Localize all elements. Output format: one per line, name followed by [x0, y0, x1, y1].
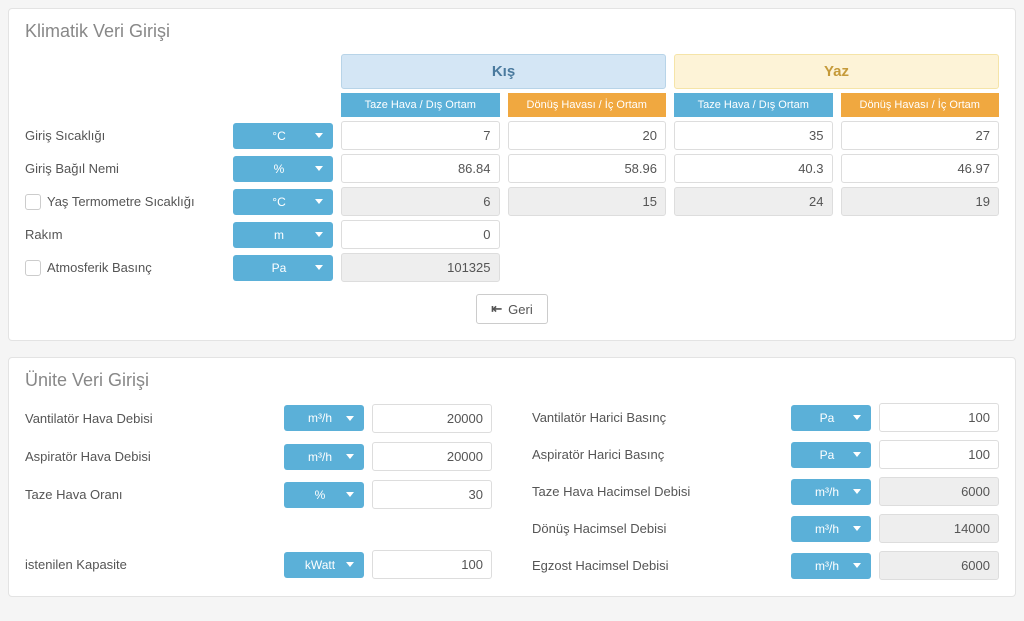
asp-ext-p-unit[interactable]: Pa [791, 442, 871, 468]
rel-humidity-summer-fresh[interactable] [674, 154, 833, 183]
rel-humidity-winter-fresh[interactable] [341, 154, 500, 183]
pressure-unit[interactable]: Pa [233, 255, 333, 281]
asp-ext-p-input[interactable] [879, 440, 999, 469]
altitude-input[interactable] [341, 220, 500, 249]
inlet-temp-label: Giriş Sıcaklığı [25, 128, 225, 143]
return-vol-unit[interactable]: m³/h [791, 516, 871, 542]
exhaust-vol-input[interactable] [879, 551, 999, 580]
fresh-ratio-label: Taze Hava Oranı [25, 487, 276, 502]
asp-flow-label: Aspiratör Hava Debisi [25, 449, 276, 464]
subheader-summer-return: Dönüş Havası / İç Ortam [841, 93, 1000, 117]
capacity-label: istenilen Kapasite [25, 557, 276, 572]
subheader-winter-fresh: Taze Hava / Dış Ortam [341, 93, 500, 117]
chevron-down-icon [315, 166, 323, 171]
fresh-ratio-unit[interactable]: % [284, 482, 364, 508]
chevron-down-icon [315, 232, 323, 237]
fresh-vol-unit[interactable]: m³/h [791, 479, 871, 505]
chevron-down-icon [315, 199, 323, 204]
climate-panel: Klimatik Veri Girişi Kış Yaz Taze Hava /… [8, 8, 1016, 341]
unit-title: Ünite Veri Girişi [25, 370, 999, 391]
chevron-down-icon [853, 415, 861, 420]
return-vol-input[interactable] [879, 514, 999, 543]
chevron-down-icon [853, 452, 861, 457]
fresh-ratio-input[interactable] [372, 480, 492, 509]
fan-ext-p-input[interactable] [879, 403, 999, 432]
unit-panel: Ünite Veri Girişi Vantilatör Hava Debisi… [8, 357, 1016, 597]
inlet-temp-unit[interactable]: °C [233, 123, 333, 149]
exhaust-vol-unit[interactable]: m³/h [791, 553, 871, 579]
rel-humidity-unit[interactable]: % [233, 156, 333, 182]
asp-ext-p-label: Aspiratör Harici Basınç [532, 447, 783, 462]
back-button[interactable]: ⇤ Geri [476, 294, 547, 324]
altitude-unit[interactable]: m [233, 222, 333, 248]
wet-bulb-unit[interactable]: °C [233, 189, 333, 215]
fan-ext-p-unit[interactable]: Pa [791, 405, 871, 431]
fan-ext-p-label: Vantilatör Harici Basınç [532, 410, 783, 425]
climate-title: Klimatik Veri Girişi [25, 21, 999, 42]
capacity-unit[interactable]: kWatt [284, 552, 364, 578]
chevron-down-icon [346, 492, 354, 497]
asp-flow-input[interactable] [372, 442, 492, 471]
rel-humidity-label: Giriş Bağıl Nemi [25, 161, 225, 176]
return-vol-label: Dönüş Hacimsel Debisi [532, 521, 783, 536]
season-winter: Kış [341, 54, 666, 89]
chevron-down-icon [315, 265, 323, 270]
chevron-down-icon [315, 133, 323, 138]
fan-flow-label: Vantilatör Hava Debisi [25, 411, 276, 426]
season-summer: Yaz [674, 54, 999, 89]
wet-bulb-label: Yaş Termometre Sıcaklığı [25, 194, 225, 210]
chevron-down-icon [853, 489, 861, 494]
rel-humidity-winter-return[interactable] [508, 154, 667, 183]
altitude-label: Rakım [25, 227, 225, 242]
chevron-down-icon [346, 562, 354, 567]
inlet-temp-summer-fresh[interactable] [674, 121, 833, 150]
fan-flow-unit[interactable]: m³/h [284, 405, 364, 431]
fresh-vol-label: Taze Hava Hacimsel Debisi [532, 484, 783, 499]
wet-bulb-winter-return[interactable] [508, 187, 667, 216]
inlet-temp-winter-return[interactable] [508, 121, 667, 150]
subheader-summer-fresh: Taze Hava / Dış Ortam [674, 93, 833, 117]
wet-bulb-winter-fresh[interactable] [341, 187, 500, 216]
subheader-winter-return: Dönüş Havası / İç Ortam [508, 93, 667, 117]
wet-bulb-summer-return[interactable] [841, 187, 1000, 216]
inlet-temp-summer-return[interactable] [841, 121, 1000, 150]
capacity-input[interactable] [372, 550, 492, 579]
pressure-checkbox[interactable] [25, 260, 41, 276]
chevron-down-icon [346, 416, 354, 421]
wet-bulb-checkbox[interactable] [25, 194, 41, 210]
wet-bulb-summer-fresh[interactable] [674, 187, 833, 216]
rel-humidity-summer-return[interactable] [841, 154, 1000, 183]
asp-flow-unit[interactable]: m³/h [284, 444, 364, 470]
pressure-label: Atmosferik Basınç [25, 260, 225, 276]
fan-flow-input[interactable] [372, 404, 492, 433]
pressure-input[interactable] [341, 253, 500, 282]
exhaust-vol-label: Egzost Hacimsel Debisi [532, 558, 783, 573]
fresh-vol-input[interactable] [879, 477, 999, 506]
back-icon: ⇤ [491, 301, 502, 317]
chevron-down-icon [853, 526, 861, 531]
chevron-down-icon [346, 454, 354, 459]
inlet-temp-winter-fresh[interactable] [341, 121, 500, 150]
